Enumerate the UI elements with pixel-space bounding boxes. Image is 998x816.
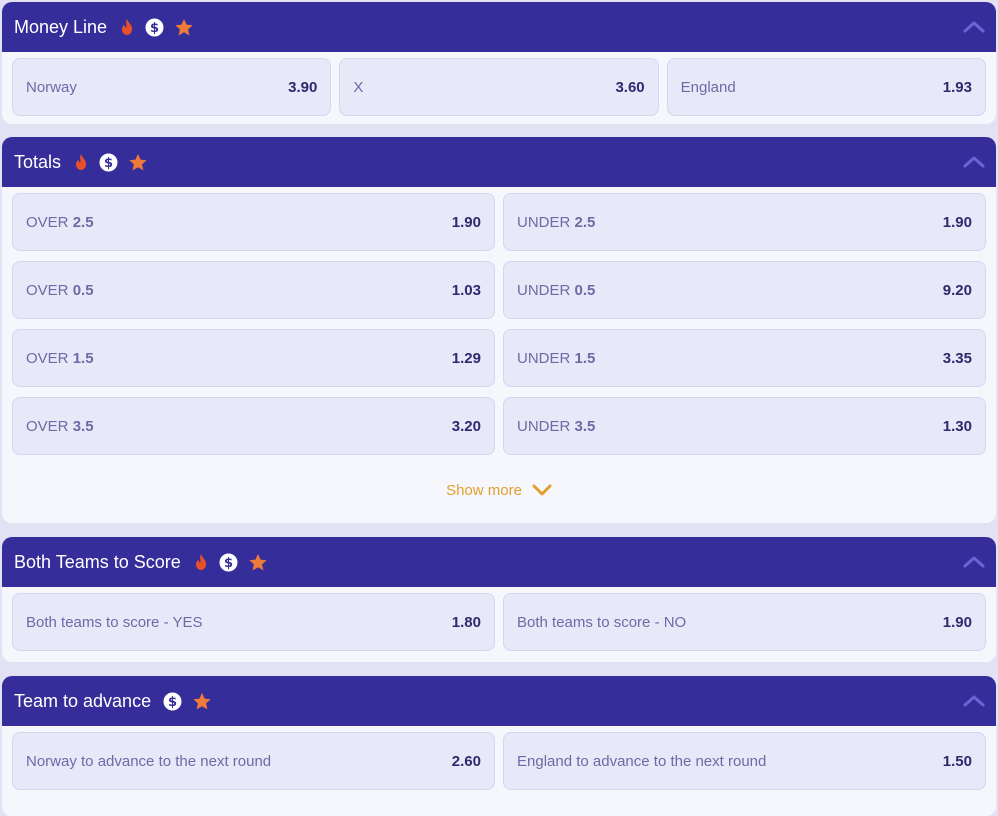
market-totals: Totals $ OVER 2.5 1.90 UNDER 2.5 1.90 OV…	[2, 137, 996, 523]
odds-price: 9.20	[942, 281, 972, 299]
market-title: Money Line	[14, 16, 108, 37]
market-title: Team to advance	[14, 690, 152, 711]
odds-label: England to advance to the next round	[517, 752, 767, 770]
odds-label-prefix: UNDER	[517, 349, 575, 367]
odds-button-under[interactable]: UNDER 2.5 1.90	[503, 193, 986, 251]
odds-label-prefix: UNDER	[517, 213, 575, 231]
odds-button-england-advance[interactable]: England to advance to the next round 1.5…	[503, 732, 986, 790]
odds-label-prefix: OVER	[26, 349, 73, 367]
show-more-button[interactable]: Show more	[12, 461, 986, 519]
odds-button-no[interactable]: Both teams to score - NO 1.90	[503, 593, 986, 651]
odds-button-under[interactable]: UNDER 1.5 3.35	[503, 329, 986, 387]
odds-price: 1.90	[942, 213, 972, 231]
odds-line: 3.5	[574, 417, 596, 435]
market-title: Both Teams to Score	[14, 551, 181, 572]
market-header[interactable]: Money Line $	[2, 2, 996, 52]
odds-line: 1.5	[574, 349, 596, 367]
odds-label-prefix: OVER	[26, 417, 73, 435]
odds-price: 1.90	[451, 213, 481, 231]
odds-label: Both teams to score - YES	[26, 613, 203, 631]
market-header[interactable]: Team to advance $	[2, 676, 996, 726]
odds-label: X	[353, 78, 364, 96]
svg-text:$: $	[224, 556, 233, 571]
odds-label-prefix: OVER	[26, 213, 73, 231]
odds-line: 2.5	[574, 213, 596, 231]
odds-price: 1.03	[451, 281, 481, 299]
odds-price: 1.90	[942, 613, 972, 631]
odds-price: 1.50	[942, 752, 972, 770]
odds-label: OVER 2.5	[26, 214, 94, 231]
odds-label-prefix: OVER	[26, 281, 73, 299]
odds-label: Norway to advance to the next round	[26, 752, 272, 770]
odds-label-prefix: UNDER	[517, 417, 575, 435]
odds-price: 3.20	[451, 417, 481, 435]
star-icon	[128, 153, 148, 172]
dollar-icon: $	[145, 18, 164, 37]
star-icon	[174, 18, 194, 37]
odds-button-over[interactable]: OVER 1.5 1.29	[12, 329, 495, 387]
show-more-label: Show more	[446, 481, 522, 499]
odds-button-norway-advance[interactable]: Norway to advance to the next round 2.60	[12, 732, 495, 790]
chevron-down-icon	[532, 484, 552, 496]
svg-text:$: $	[168, 695, 177, 710]
odds-button-under[interactable]: UNDER 0.5 9.20	[503, 261, 986, 319]
odds-button-draw[interactable]: X 3.60	[339, 58, 659, 116]
dollar-icon: $	[219, 553, 238, 572]
odds-button-norway[interactable]: Norway 3.90	[12, 58, 332, 116]
collapse-chevron-icon[interactable]	[962, 16, 986, 38]
market-header[interactable]: Both Teams to Score $	[2, 537, 996, 587]
odds-price: 3.60	[615, 78, 645, 96]
odds-label: UNDER 1.5	[517, 350, 595, 367]
odds-label: UNDER 2.5	[517, 214, 595, 231]
odds-price: 1.93	[942, 78, 972, 96]
odds-line: 2.5	[72, 213, 94, 231]
star-icon	[192, 692, 212, 711]
odds-button-yes[interactable]: Both teams to score - YES 1.80	[12, 593, 495, 651]
odds-label: Both teams to score - NO	[517, 613, 687, 631]
odds-price: 3.35	[942, 349, 972, 367]
odds-line: 0.5	[574, 281, 596, 299]
market-title: Totals	[14, 151, 62, 172]
odds-button-over[interactable]: OVER 3.5 3.20	[12, 397, 495, 455]
odds-label-prefix: UNDER	[517, 281, 575, 299]
odds-button-over[interactable]: OVER 0.5 1.03	[12, 261, 495, 319]
odds-label: OVER 0.5	[26, 282, 94, 299]
fire-icon	[73, 153, 89, 171]
svg-text:$: $	[150, 21, 159, 36]
odds-price: 2.60	[451, 752, 481, 770]
odds-line: 1.5	[72, 349, 94, 367]
collapse-chevron-icon[interactable]	[962, 551, 986, 573]
market-money-line: Money Line $ Norway 3.90 X 3.60 England	[2, 2, 996, 124]
dollar-icon: $	[99, 153, 118, 172]
dollar-icon: $	[163, 692, 182, 711]
odds-button-under[interactable]: UNDER 3.5 1.30	[503, 397, 986, 455]
odds-label: UNDER 3.5	[517, 418, 595, 435]
market-both-teams-to-score: Both Teams to Score $ Both teams to scor…	[2, 537, 996, 662]
odds-price: 3.90	[288, 78, 318, 96]
market-header[interactable]: Totals $	[2, 137, 996, 187]
odds-button-over[interactable]: OVER 2.5 1.90	[12, 193, 495, 251]
collapse-chevron-icon[interactable]	[962, 690, 986, 712]
fire-icon	[193, 553, 209, 571]
odds-label: England	[680, 78, 736, 96]
odds-price: 1.30	[942, 417, 972, 435]
odds-line: 0.5	[72, 281, 94, 299]
star-icon	[248, 553, 268, 572]
collapse-chevron-icon[interactable]	[962, 151, 986, 173]
odds-price: 1.29	[451, 349, 481, 367]
odds-button-england[interactable]: England 1.93	[666, 58, 986, 116]
svg-text:$: $	[104, 156, 113, 171]
market-team-to-advance: Team to advance $ Norway to advance to t…	[2, 676, 996, 816]
odds-label: OVER 1.5	[26, 350, 94, 367]
odds-line: 3.5	[72, 417, 94, 435]
odds-label: Norway	[26, 78, 77, 96]
odds-label: UNDER 0.5	[517, 282, 595, 299]
odds-label: OVER 3.5	[26, 418, 94, 435]
fire-icon	[119, 18, 135, 36]
odds-price: 1.80	[451, 613, 481, 631]
